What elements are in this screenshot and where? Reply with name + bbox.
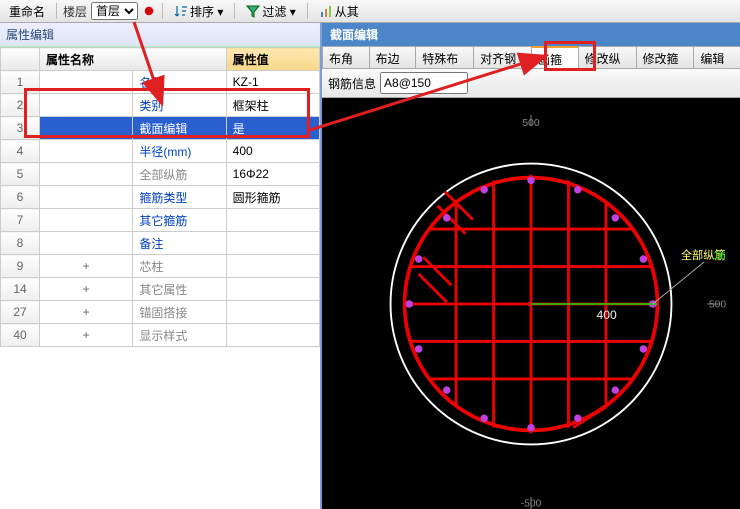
expand-toggle[interactable]: + (40, 301, 133, 324)
expand-toggle[interactable]: + (40, 255, 133, 278)
sort-icon (174, 4, 188, 18)
expand-toggle[interactable]: + (40, 324, 133, 347)
tab-0[interactable]: 布角筋 (322, 46, 370, 68)
expand-toggle (40, 71, 133, 94)
expand-toggle (40, 163, 133, 186)
property-value[interactable] (226, 324, 319, 347)
main-toolbar: 重命名 楼层 首层 排序 ▾ 过滤 ▾ 从其 (0, 0, 740, 23)
row-number: 1 (1, 71, 40, 94)
property-row[interactable]: 14+其它属性 (1, 278, 320, 301)
property-panel: 属性编辑 属性名称 属性值 1 名称KZ-1 2 类别框架柱 3 截面编辑是 4 半径(mm)… (0, 23, 322, 509)
row-number: 7 (1, 209, 40, 232)
property-name: 备注 (133, 232, 226, 255)
row-number: 27 (1, 301, 40, 324)
property-row[interactable]: 40+显示样式 (1, 324, 320, 347)
section-canvas[interactable]: 500 -500 500 (322, 98, 740, 509)
tab-7[interactable]: 编辑节 (693, 46, 740, 68)
property-value[interactable]: 框架柱 (226, 94, 319, 117)
property-name: 截面编辑 (133, 117, 226, 140)
property-value[interactable]: 400 (226, 140, 319, 163)
tab-1[interactable]: 布边筋 (369, 46, 417, 68)
property-row[interactable]: 5 全部纵筋16Φ22 (1, 163, 320, 186)
row-number: 6 (1, 186, 40, 209)
dot-icon (142, 4, 156, 18)
property-name: 半径(mm) (133, 140, 226, 163)
property-name: 箍筋类型 (133, 186, 226, 209)
section-editor-title: 截面编辑 (322, 23, 740, 46)
filter-button[interactable]: 过滤 ▾ (241, 1, 300, 22)
property-value[interactable]: KZ-1 (226, 71, 319, 94)
row-number: 2 (1, 94, 40, 117)
property-value[interactable] (226, 301, 319, 324)
tick-right: 500 (709, 300, 726, 311)
property-grid[interactable]: 属性名称 属性值 1 名称KZ-1 2 类别框架柱 3 截面编辑是 4 半径(mm)400 5 全… (0, 47, 320, 509)
expand-toggle (40, 94, 133, 117)
floor-select[interactable]: 首层 (91, 2, 138, 20)
property-row[interactable]: 9+芯柱 (1, 255, 320, 278)
property-value[interactable] (226, 209, 319, 232)
expand-toggle (40, 140, 133, 163)
section-tabs: 布角筋布边筋特殊布筋对齐钢筋画箍筋修改纵筋修改箍筋编辑节 (322, 46, 740, 69)
bars-annotation-value: 16 (713, 250, 725, 262)
rebar-info-input[interactable] (380, 72, 468, 94)
property-value[interactable] (226, 278, 319, 301)
tab-5[interactable]: 修改纵筋 (578, 46, 637, 68)
property-row[interactable]: 7 其它箍筋 (1, 209, 320, 232)
row-number: 3 (1, 117, 40, 140)
col-value: 属性值 (226, 48, 319, 71)
filter-icon (246, 4, 260, 18)
property-name: 显示样式 (133, 324, 226, 347)
sort-button[interactable]: 排序 ▾ (169, 1, 228, 22)
property-value[interactable]: 圆形箍筋 (226, 186, 319, 209)
property-value[interactable] (226, 255, 319, 278)
section-editor-panel: 截面编辑 布角筋布边筋特殊布筋对齐钢筋画箍筋修改纵筋修改箍筋编辑节 钢筋信息 5… (322, 23, 740, 509)
chart-button[interactable]: 从其 (314, 1, 364, 22)
tab-3[interactable]: 对齐钢筋 (473, 46, 532, 68)
property-value[interactable]: 16Φ22 (226, 163, 319, 186)
expand-toggle (40, 117, 133, 140)
row-header-blank (1, 48, 40, 71)
expand-toggle[interactable]: + (40, 278, 133, 301)
property-name: 名称 (133, 71, 226, 94)
property-row[interactable]: 4 半径(mm)400 (1, 140, 320, 163)
property-name: 其它箍筋 (133, 209, 226, 232)
row-number: 14 (1, 278, 40, 301)
expand-toggle (40, 232, 133, 255)
property-name: 其它属性 (133, 278, 226, 301)
property-panel-title: 属性编辑 (0, 23, 320, 47)
property-value[interactable]: 是 (226, 117, 319, 140)
expand-toggle (40, 209, 133, 232)
expand-toggle (40, 186, 133, 209)
bar-chart-icon (319, 4, 333, 18)
property-row[interactable]: 2 类别框架柱 (1, 94, 320, 117)
property-name: 锚固搭接 (133, 301, 226, 324)
tab-4[interactable]: 画箍筋 (531, 46, 579, 68)
rename-button[interactable]: 重命名 (4, 1, 50, 22)
property-row[interactable]: 1 名称KZ-1 (1, 71, 320, 94)
row-number: 9 (1, 255, 40, 278)
property-value[interactable] (226, 232, 319, 255)
radius-value: 400 (597, 308, 618, 322)
tab-2[interactable]: 特殊布筋 (415, 46, 474, 68)
col-name: 属性名称 (40, 48, 227, 71)
property-row[interactable]: 8 备注 (1, 232, 320, 255)
floor-label: 楼层 (63, 3, 87, 20)
property-name: 全部纵筋 (133, 163, 226, 186)
property-row[interactable]: 6 箍筋类型圆形箍筋 (1, 186, 320, 209)
property-row[interactable]: 3 截面编辑是 (1, 117, 320, 140)
row-number: 4 (1, 140, 40, 163)
row-number: 40 (1, 324, 40, 347)
property-name: 芯柱 (133, 255, 226, 278)
row-number: 8 (1, 232, 40, 255)
property-row[interactable]: 27+锚固搭接 (1, 301, 320, 324)
property-name: 类别 (133, 94, 226, 117)
rebar-info-label: 钢筋信息 (328, 75, 376, 92)
tab-6[interactable]: 修改箍筋 (636, 46, 695, 68)
row-number: 5 (1, 163, 40, 186)
rebar-info-bar: 钢筋信息 (322, 69, 740, 98)
